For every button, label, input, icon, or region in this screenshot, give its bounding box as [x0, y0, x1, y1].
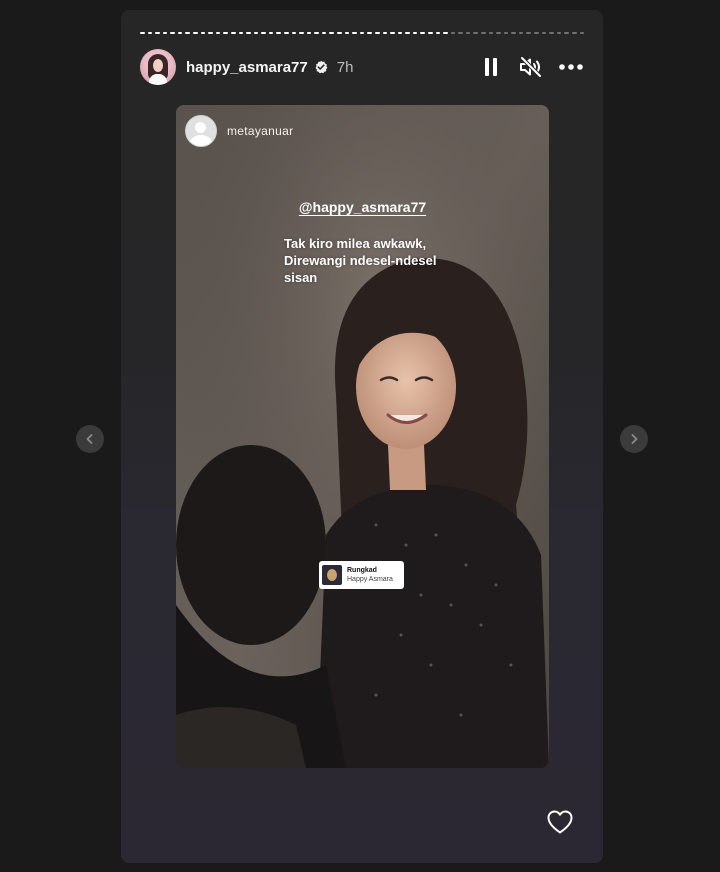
pause-button[interactable] [478, 54, 504, 80]
progress-segment [261, 32, 266, 34]
progress-segment [412, 32, 418, 34]
progress-segment [374, 32, 380, 34]
music-sticker[interactable]: Rungkad Happy Asmara [319, 561, 404, 589]
progress-segment [420, 32, 425, 34]
progress-segment [147, 32, 153, 34]
progress-segment [382, 32, 388, 34]
progress-segment [458, 32, 463, 34]
progress-segment [564, 32, 569, 34]
album-cover [322, 565, 342, 585]
repost-avatar[interactable] [185, 115, 217, 147]
progress-segment [314, 32, 319, 34]
progress-segment [488, 32, 494, 34]
speaker-muted-icon [520, 56, 542, 78]
progress-segment [526, 32, 532, 34]
progress-segment [534, 32, 539, 34]
progress-segment [549, 32, 554, 34]
progress-segment [177, 32, 183, 34]
verified-badge-icon [315, 60, 328, 74]
progress-segment [465, 32, 471, 34]
post-time: 7h [336, 58, 354, 76]
progress-segment [140, 32, 145, 34]
progress-segment [246, 32, 251, 34]
progress-segment [162, 32, 168, 34]
progress-segment [359, 32, 365, 34]
caption-line: sisan [284, 270, 318, 285]
heart-icon [547, 810, 573, 834]
pause-icon [485, 58, 497, 76]
progress-segment [291, 32, 297, 34]
like-button[interactable] [545, 807, 575, 837]
story-progress-bar [140, 32, 585, 34]
song-title: Rungkad [347, 567, 377, 574]
story-caption: Tak kiro milea awkawk, Direwangi ndesel-… [284, 235, 484, 286]
repost-attribution[interactable]: metayanuar [185, 115, 293, 147]
progress-segment [481, 32, 486, 34]
progress-segment [571, 32, 577, 34]
chevron-right-icon [631, 434, 638, 444]
progress-segment [344, 32, 350, 34]
more-options-button[interactable] [558, 54, 584, 80]
progress-segment [503, 32, 509, 34]
progress-segment [253, 32, 259, 34]
progress-segment [390, 32, 395, 34]
story-header: happy_asmara77 7h [140, 48, 584, 86]
progress-segment [579, 32, 585, 34]
mention-text[interactable]: @happy_asmara77 [299, 199, 426, 215]
progress-segment [443, 32, 448, 34]
progress-segment [155, 32, 160, 34]
progress-segment [329, 32, 335, 34]
progress-segment [496, 32, 501, 34]
progress-segment [276, 32, 281, 34]
username-link[interactable]: happy_asmara77 [186, 59, 308, 76]
more-options-icon [559, 64, 583, 70]
progress-segment [238, 32, 244, 34]
progress-segment [185, 32, 191, 34]
story-viewer[interactable]: happy_asmara77 7h metayanuar @happy_asma… [121, 10, 603, 863]
progress-segment [473, 32, 479, 34]
song-artist: Happy Asmara [347, 576, 393, 583]
avatar[interactable] [140, 49, 176, 85]
next-story-button[interactable] [620, 425, 648, 453]
progress-segment [268, 32, 274, 34]
previous-story-button[interactable] [76, 425, 104, 453]
caption-line: Tak kiro milea awkawk, [284, 236, 427, 251]
progress-segment [518, 32, 524, 34]
progress-segment [306, 32, 312, 34]
mention-sticker[interactable]: @happy_asmara77 [176, 199, 549, 215]
chevron-left-icon [86, 434, 93, 444]
progress-segment [230, 32, 236, 34]
progress-segment [223, 32, 228, 34]
progress-segment [427, 32, 433, 34]
progress-segment [337, 32, 342, 34]
story-media[interactable]: metayanuar @happy_asmara77 Tak kiro mile… [176, 105, 549, 768]
progress-segment [193, 32, 198, 34]
mute-button[interactable] [518, 54, 544, 80]
progress-segment [208, 32, 213, 34]
progress-segment [435, 32, 441, 34]
progress-segment [200, 32, 206, 34]
progress-segment [511, 32, 516, 34]
progress-segment [450, 32, 456, 34]
progress-segment [367, 32, 372, 34]
story-controls [478, 54, 584, 80]
repost-username[interactable]: metayanuar [227, 124, 293, 138]
progress-segment [215, 32, 221, 34]
caption-line: Direwangi ndesel-ndesel [284, 253, 437, 268]
progress-segment [170, 32, 175, 34]
progress-segment [541, 32, 547, 34]
progress-segment [556, 32, 562, 34]
progress-segment [283, 32, 289, 34]
progress-segment [299, 32, 304, 34]
progress-segment [321, 32, 327, 34]
page: happy_asmara77 7h metayanuar @happy_asma… [0, 0, 720, 872]
progress-segment [397, 32, 403, 34]
progress-segment [352, 32, 357, 34]
progress-segment [405, 32, 410, 34]
